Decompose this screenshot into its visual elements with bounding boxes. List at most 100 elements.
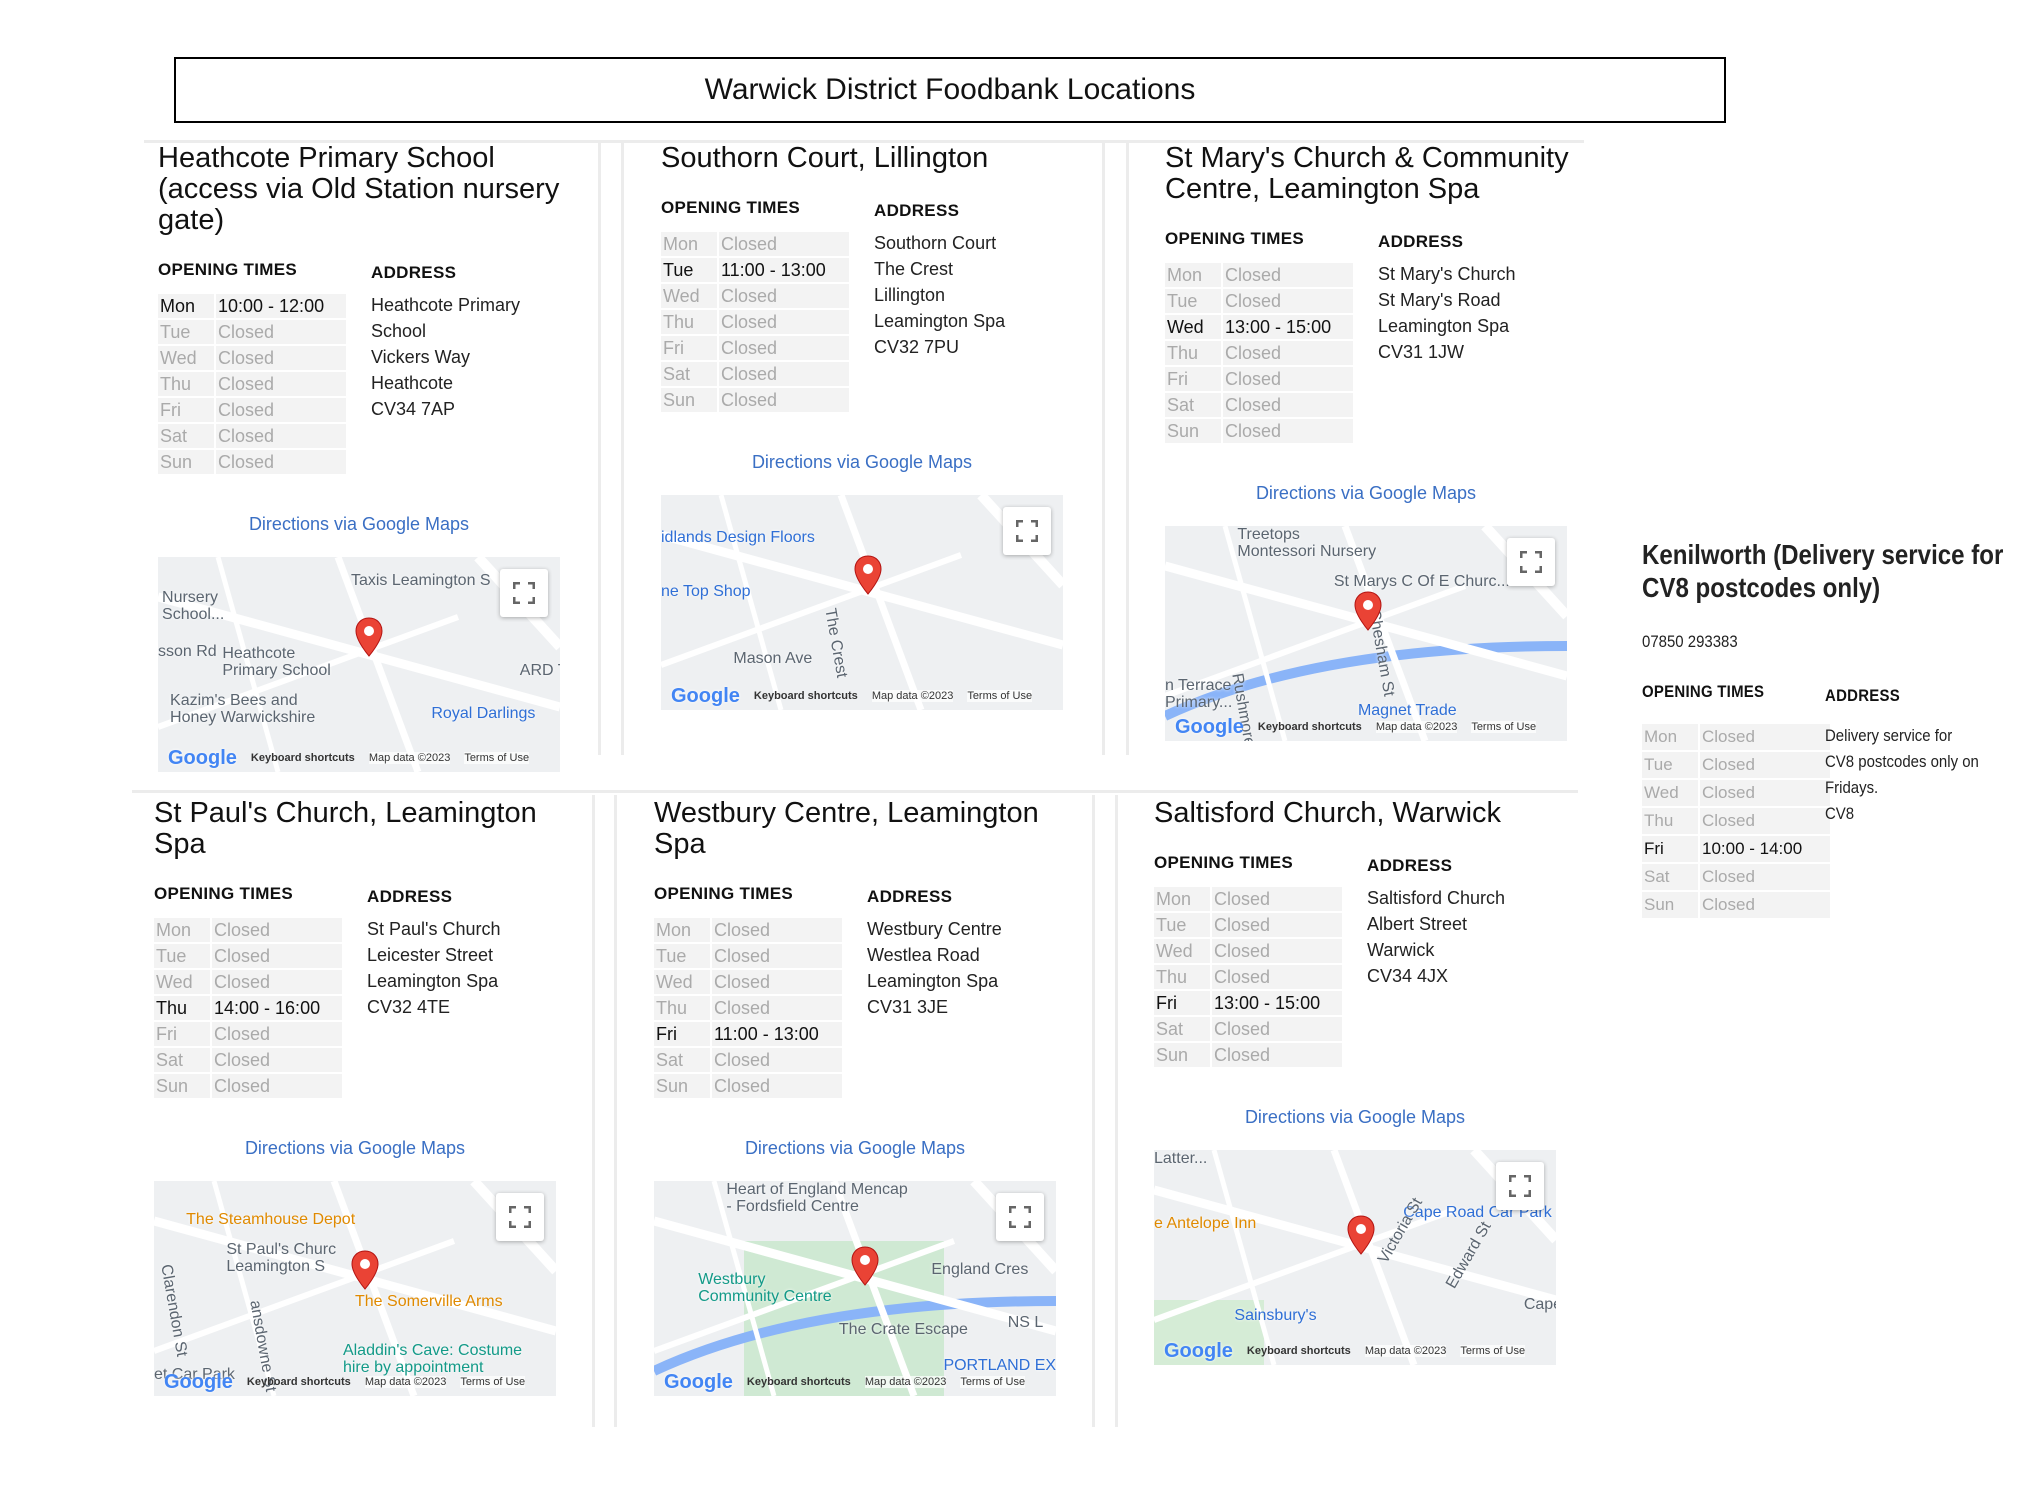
- day: Tue: [1642, 752, 1700, 778]
- divider: [592, 795, 595, 1427]
- keyboard-shortcuts-link[interactable]: Keyboard shortcuts: [251, 752, 355, 764]
- hours: 13:00 - 15:00: [1212, 991, 1342, 1015]
- map-label: ne Top Shop: [661, 583, 751, 601]
- day: Thu: [1642, 808, 1700, 834]
- map-embed[interactable]: Latter... e Antelope Inn Cape Road Car Par…: [1154, 1150, 1556, 1365]
- address-line: CV32 4TE: [367, 997, 451, 1017]
- terms-link[interactable]: Terms of Use: [960, 1376, 1026, 1388]
- terms-link[interactable]: Terms of Use: [464, 752, 530, 764]
- day: Tue: [661, 258, 719, 282]
- fullscreen-button[interactable]: [500, 569, 548, 617]
- map-embed[interactable]: The Steamhouse Depot St Paul's Churc Leam…: [154, 1181, 556, 1396]
- keyboard-shortcuts-link[interactable]: Keyboard shortcuts: [247, 1376, 351, 1388]
- hours: 10:00 - 14:00: [1700, 836, 1830, 862]
- location-pin-icon[interactable]: [851, 1245, 879, 1286]
- hours-row: Fri Closed: [1165, 367, 1353, 391]
- terms-link[interactable]: Terms of Use: [1460, 1345, 1526, 1357]
- keyboard-shortcuts-link[interactable]: Keyboard shortcuts: [1258, 721, 1362, 733]
- hours-row: Sun Closed: [654, 1074, 842, 1098]
- location-pin-icon[interactable]: [1354, 590, 1382, 631]
- day: Thu: [661, 310, 719, 334]
- map-label: Heart of England Mencap - Fordsfield Cen…: [726, 1181, 908, 1215]
- fullscreen-icon: [509, 1206, 531, 1228]
- fullscreen-button[interactable]: [1507, 538, 1555, 586]
- map-embed[interactable]: Heart of England Mencap - Fordsfield Cen…: [654, 1181, 1056, 1396]
- terms-link[interactable]: Terms of Use: [1471, 721, 1537, 733]
- location-card: Westbury Centre, Leamington Spa OPENING …: [654, 798, 1064, 1396]
- day: Thu: [154, 996, 212, 1020]
- hours: Closed: [719, 336, 849, 360]
- map-label: idlands Design Floors: [661, 529, 815, 547]
- fullscreen-button[interactable]: [1003, 507, 1051, 555]
- fullscreen-button[interactable]: [496, 1193, 544, 1241]
- location-pin-icon[interactable]: [355, 617, 383, 657]
- map-embed[interactable]: Treetops Montessori Nursery St Marys C Of…: [1165, 526, 1567, 741]
- directions-link[interactable]: Directions via Google Maps: [1154, 1107, 1556, 1128]
- day: Sun: [154, 1074, 212, 1098]
- hours: Closed: [719, 388, 849, 412]
- hours-row: Tue Closed: [1642, 752, 1830, 778]
- hours: Closed: [216, 346, 346, 370]
- hours-row: Mon 10:00 - 12:00: [158, 294, 346, 318]
- opening-times-heading: OPENING TIMES: [1165, 229, 1304, 248]
- address-line: St Mary's Road: [1378, 290, 1501, 310]
- google-logo: Google: [1164, 1339, 1233, 1362]
- fullscreen-button[interactable]: [1496, 1162, 1544, 1210]
- directions-link[interactable]: Directions via Google Maps: [154, 1138, 556, 1159]
- location-card: Southorn Court, Lillington OPENING TIMES…: [661, 143, 1071, 710]
- fullscreen-button[interactable]: [996, 1193, 1044, 1241]
- opening-times-heading: OPENING TIMES: [158, 260, 297, 279]
- day: Sun: [661, 388, 719, 412]
- day: Mon: [158, 294, 216, 318]
- map-data-text: Map data ©2023: [864, 1376, 947, 1388]
- keyboard-shortcuts-link[interactable]: Keyboard shortcuts: [754, 690, 858, 702]
- hours: Closed: [712, 944, 842, 968]
- address-line: Heathcote Primary: [371, 295, 521, 315]
- directions-link[interactable]: Directions via Google Maps: [1165, 483, 1567, 504]
- map-embed[interactable]: idlands Design Floors ne Top Shop Mason Av…: [661, 495, 1063, 710]
- location-card-kenilworth: Kenilworth (Delivery service for CV8 pos…: [1642, 538, 2022, 920]
- day: Fri: [1165, 367, 1223, 391]
- day: Tue: [158, 320, 216, 344]
- day: Tue: [1165, 289, 1223, 313]
- hours-row: Wed Closed: [1642, 780, 1830, 806]
- opening-times-heading: OPENING TIMES: [1154, 853, 1293, 872]
- directions-link[interactable]: Directions via Google Maps: [661, 452, 1063, 473]
- terms-link[interactable]: Terms of Use: [460, 1376, 526, 1388]
- address-line: School: [371, 321, 427, 341]
- hours-row: Tue Closed: [654, 944, 842, 968]
- hours-row: Tue Closed: [154, 944, 342, 968]
- day: Wed: [1154, 939, 1212, 963]
- day: Wed: [661, 284, 719, 308]
- day: Mon: [661, 232, 719, 256]
- directions-link[interactable]: Directions via Google Maps: [654, 1138, 1056, 1159]
- map-label: The Crate Escape: [838, 1320, 968, 1338]
- google-logo: Google: [1175, 715, 1244, 738]
- location-pin-icon[interactable]: [351, 1250, 379, 1290]
- day: Thu: [1154, 965, 1212, 989]
- address-heading: ADDRESS: [1367, 856, 1453, 875]
- hours: Closed: [1223, 263, 1353, 287]
- hours: Closed: [216, 424, 346, 448]
- hours-row: Fri Closed: [158, 398, 346, 422]
- keyboard-shortcuts-link[interactable]: Keyboard shortcuts: [1247, 1345, 1351, 1357]
- map-embed[interactable]: Taxis Leamington S Nursery School... Heath…: [158, 557, 560, 772]
- location-pin-icon[interactable]: [1347, 1214, 1375, 1255]
- hours-row: Mon Closed: [661, 232, 849, 256]
- directions-link[interactable]: Directions via Google Maps: [158, 514, 560, 535]
- hours: Closed: [1212, 965, 1342, 989]
- location-title: St Paul's Church, Leamington Spa: [154, 797, 537, 860]
- hours-row: Tue Closed: [1154, 913, 1342, 937]
- hours: Closed: [1212, 1017, 1342, 1041]
- hours: Closed: [1700, 808, 1830, 834]
- map-footer: Google Keyboard shortcuts Map data ©2023…: [1165, 713, 1567, 741]
- keyboard-shortcuts-link[interactable]: Keyboard shortcuts: [747, 1376, 851, 1388]
- hours: Closed: [216, 398, 346, 422]
- fullscreen-icon: [1509, 1175, 1531, 1197]
- divider: [598, 143, 601, 755]
- day: Wed: [154, 970, 212, 994]
- location-pin-icon[interactable]: [854, 555, 882, 595]
- day: Wed: [1642, 780, 1700, 806]
- terms-link[interactable]: Terms of Use: [967, 690, 1033, 702]
- map-label: Mason Ave: [733, 649, 813, 667]
